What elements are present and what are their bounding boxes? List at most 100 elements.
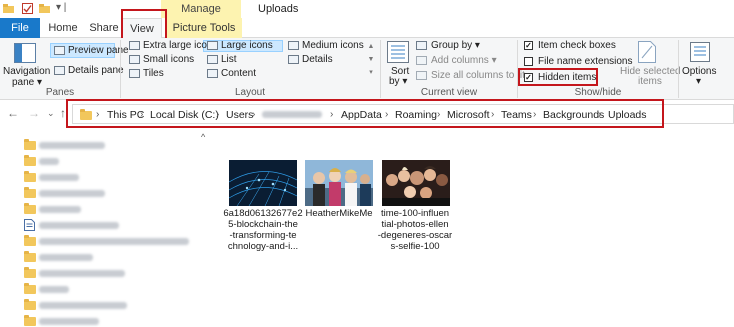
file-name-line: tial-photos-ellen: [381, 219, 449, 230]
nav-item-redacted[interactable]: [39, 286, 69, 293]
ribbon-separator: [678, 40, 679, 98]
add-columns-icon: [416, 56, 427, 65]
address-bar-highlight: [66, 99, 664, 128]
file-name-line: time-100-influen: [380, 208, 450, 219]
size-all-columns-icon: [416, 71, 427, 80]
layout-gallery-scroll[interactable]: ▲ ▼ ▾: [366, 40, 376, 80]
layout-list[interactable]: List: [221, 54, 237, 65]
panes-group-label: Panes: [45, 87, 75, 98]
details-pane-button[interactable]: Details pane: [68, 65, 124, 76]
nav-item-redacted[interactable]: [39, 318, 99, 325]
nav-item-redacted[interactable]: [39, 174, 79, 181]
view-tab-highlight: [121, 9, 167, 40]
file-name: HeatherMikeMe: [298, 208, 380, 219]
hide-selected-items-icon: [638, 41, 656, 66]
nav-item-redacted[interactable]: [39, 158, 59, 165]
folder-icon: [3, 3, 14, 14]
nav-item-redacted[interactable]: [39, 238, 189, 245]
show-hide-group-label: Show/hide: [574, 87, 622, 98]
nav-item-redacted[interactable]: [39, 254, 93, 261]
navigation-pane-button[interactable]: Navigation: [3, 66, 50, 77]
image-thumbnail-oscars-selfie-icon: [382, 160, 450, 206]
extra-large-icons-icon: [129, 41, 140, 50]
tab-picture-tools[interactable]: Picture Tools: [166, 18, 242, 38]
file-name-line: 6a18d06132677e2: [223, 208, 303, 219]
item-check-boxes-label: Item check boxes: [538, 40, 616, 51]
title-bar: [0, 0, 734, 18]
folder-icon: [24, 235, 36, 246]
window-title: Uploads: [258, 3, 299, 15]
new-folder-quick-access-icon[interactable]: [39, 3, 50, 14]
large-icons-icon: [207, 41, 218, 50]
file-name-line: chnology-and-i...: [227, 241, 299, 252]
size-all-columns-button[interactable]: Size all columns to fit: [431, 70, 525, 81]
details-icon: [288, 55, 299, 64]
tab-file[interactable]: File: [0, 18, 40, 38]
navigation-pane-icon: [14, 43, 36, 66]
file-name: 6a18d06132677e2 5-blockchain-the -transf…: [222, 208, 304, 252]
current-view-group-label: Current view: [420, 87, 478, 98]
sort-by-icon: [387, 41, 409, 66]
folder-icon: [24, 203, 36, 214]
options-icon: [690, 42, 710, 65]
manage-label: Manage: [181, 3, 221, 15]
sort-by-sub-label: by: [389, 76, 400, 87]
file-name-line: HeatherMikeMe: [305, 208, 373, 219]
hidden-items-highlight: [518, 68, 598, 86]
preview-pane-icon: [54, 46, 65, 55]
tiles-icon: [129, 69, 140, 78]
folder-icon: [24, 171, 36, 182]
item-check-boxes-checkbox[interactable]: ✓: [524, 41, 533, 50]
group-by-button[interactable]: Group by ▾: [431, 40, 480, 51]
file-name-extensions-checkbox[interactable]: [524, 57, 533, 66]
folder-icon: [24, 299, 36, 310]
hide-selected-items-sub[interactable]: items: [638, 76, 662, 87]
file-name-line: 5-blockchain-the: [228, 219, 298, 230]
recent-locations-chevron-icon[interactable]: ⌄: [47, 108, 55, 119]
add-columns-label: Add columns: [431, 55, 489, 66]
layout-group-label: Layout: [234, 87, 266, 98]
nav-item-redacted[interactable]: [39, 270, 125, 277]
tab-home[interactable]: Home: [44, 18, 82, 38]
content-icon: [207, 69, 218, 78]
options-dropdown-icon[interactable]: ▾: [696, 76, 701, 87]
file-name-line: -transforming-te: [229, 230, 297, 241]
nav-item-redacted[interactable]: [39, 190, 105, 197]
tab-share[interactable]: Share: [86, 18, 122, 38]
layout-small-icons[interactable]: Small icons: [143, 54, 194, 65]
group-by-icon: [416, 41, 427, 50]
image-thumbnail-blockchain-icon: [228, 160, 298, 207]
nav-item-redacted[interactable]: [39, 222, 119, 229]
forward-arrow-icon[interactable]: →: [28, 106, 40, 120]
nav-item-redacted[interactable]: [39, 302, 127, 309]
group-by-label: Group by: [431, 40, 473, 51]
layout-details[interactable]: Details: [302, 54, 333, 65]
file-name-extensions-label: File name extensions: [538, 56, 633, 67]
document-icon: [24, 219, 35, 234]
file-name-line: s-selfie-100: [390, 241, 440, 252]
add-columns-button[interactable]: Add columns ▾: [431, 55, 497, 66]
nav-item-redacted[interactable]: [39, 206, 81, 213]
layout-large-icons[interactable]: Large icons: [221, 40, 273, 51]
folder-icon: [24, 251, 36, 262]
details-pane-icon: [54, 66, 65, 75]
customize-quick-access-icon[interactable]: ▾ |: [56, 2, 66, 13]
properties-quick-access-icon[interactable]: [22, 3, 33, 14]
folder-icon: [24, 283, 36, 294]
scroll-up-arrow-icon[interactable]: ^: [201, 132, 205, 142]
folder-icon: [24, 315, 36, 326]
folder-icon: [24, 267, 36, 278]
folder-icon: [24, 139, 36, 150]
folder-icon: [24, 187, 36, 198]
folder-icon: [24, 155, 36, 166]
small-icons-icon: [129, 55, 140, 64]
file-name-line: -degeneres-oscar: [377, 230, 453, 241]
layout-medium-icons[interactable]: Medium icons: [302, 40, 364, 51]
back-arrow-icon[interactable]: ←: [7, 106, 19, 120]
medium-icons-icon: [288, 41, 299, 50]
file-name: time-100-influen tial-photos-ellen -dege…: [374, 208, 456, 252]
nav-item-redacted[interactable]: [39, 142, 105, 149]
sort-by-button-sub[interactable]: by ▾: [389, 76, 407, 87]
layout-content[interactable]: Content: [221, 68, 256, 79]
layout-tiles[interactable]: Tiles: [143, 68, 164, 79]
